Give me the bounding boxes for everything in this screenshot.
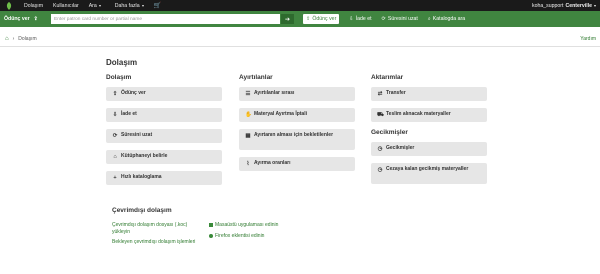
refresh-icon: ⟳ [381,16,386,22]
cancel-holds-button[interactable]: ✋ Materyal Ayırtma İptali [239,108,355,122]
offline-links-right: Masaüstü uygulaması edinin Firefox eklen… [209,222,319,244]
cart-icon[interactable]: 🛒 [154,2,161,9]
checkout-search-toggle[interactable]: Ödünç ver ⇪ [4,16,38,22]
offline-links-left: Çevrimdışı dolaşım dosyası (.koc) yükley… [112,222,202,248]
koha-logo-icon[interactable] [3,0,14,11]
page-title: Dolaşım [106,58,138,67]
checkout-button[interactable]: ⇪ Ödünç ver [106,87,222,101]
set-library-button[interactable]: ⌂ Kütüphaneyi belirle [106,150,222,164]
section-heading: Gecikmişler [371,129,408,136]
renew-button[interactable]: ⟳ Süresini uzat [106,129,222,143]
arrow-right-icon: ➔ [284,16,291,23]
clock-icon: ◷ [377,167,383,173]
holds-awaiting-pickup-button[interactable]: ▦ Ayırtanın alması için bekletilenler [239,129,355,150]
nav-more[interactable]: Daha fazla [115,3,144,9]
upload-icon: ⇪ [33,16,39,22]
transfers-column: Aktarımlar ⇄ Transfer ⛟ Teslim alınacak ma… [371,74,487,191]
patron-search-input[interactable]: Enter patron card number or partial name [51,14,280,24]
section-heading: Dolaşım [106,74,132,81]
download-icon: ⇩ [349,16,354,22]
list-icon: ☰ [245,90,251,97]
checkin-button[interactable]: ⇩ İade et [106,108,222,122]
tab-checkin[interactable]: ⇩ İade et [349,16,371,22]
upload-icon: ⇪ [306,16,311,22]
desktop-icon [209,223,213,228]
breadcrumb: ⌂ › Dolaşım [5,36,37,42]
tab-catalog-search[interactable]: ⌕ Katalogda ara [428,16,465,23]
search-submit-button[interactable]: ➔ [281,14,294,24]
upload-offline-file-link[interactable]: Çevrimdışı dolaşım dosyası (.koc) yükley… [112,222,202,236]
transfer-button[interactable]: ⇄ Transfer [371,87,487,101]
hand-icon: ✋ [245,111,252,118]
home-icon[interactable]: ⌂ [5,36,9,42]
firefox-icon [209,234,213,239]
truck-icon: ⛟ [377,111,384,118]
fast-cataloging-button[interactable]: + Hızlı kataloglama [106,171,222,185]
holds-queue-button[interactable]: ☰ Ayırtılanlar sırası [239,87,355,101]
refresh-icon: ⟳ [112,132,118,139]
exchange-icon: ⇄ [377,90,383,97]
caret-down-icon [98,4,101,7]
pending-offline-operations-link[interactable]: Bekleyen çevrimdışı dolaşım işlemleri [112,239,202,246]
caret-down-icon [141,4,144,7]
nav-circulation[interactable]: Dolaşım [24,3,43,9]
calendar-icon: ▦ [245,133,251,139]
search-icon: ⌕ [427,15,431,22]
search-bar: Ödünç ver ⇪ Enter patron card number or … [0,11,600,27]
nav-patrons[interactable]: Kullanıcılar [53,3,79,9]
home-icon: ⌂ [113,153,117,160]
top-navbar: Dolaşım Kullanıcılar Ara Daha fazla 🛒 ko… [0,0,600,11]
line-chart-icon: ⌇ [246,160,250,167]
transfers-to-receive-button[interactable]: ⛟ Teslim alınacak materyaller [371,108,487,122]
section-heading: Aktarımlar [371,74,404,81]
tab-checkout[interactable]: ⇪ Ödünç ver [303,14,340,24]
clock-icon: ◷ [377,145,383,152]
upload-icon: ⇪ [112,90,118,97]
username: koha_support [532,2,564,9]
overdues-with-fines-button[interactable]: ◷ Cezaya kalan gecikmiş materyaller [371,163,487,184]
tab-renew[interactable]: ⟳ Süresini uzat [382,16,418,22]
breadcrumb-current: Dolaşım [18,36,37,42]
help-link[interactable]: Yardım [580,36,596,42]
holds-column: Ayırtılanlar ☰ Ayırtılanlar sırası ✋ Mater… [239,74,355,178]
divider [0,46,600,47]
nav-search[interactable]: Ara [89,3,101,9]
download-icon: ⇩ [112,111,118,118]
hold-ratios-button[interactable]: ⌇ Ayırma oranları [239,157,355,171]
desktop-app-link[interactable]: Masaüstü uygulaması edinin [209,222,319,229]
caret-down-icon [594,4,596,7]
overdues-button[interactable]: ◷ Gecikmişler [371,142,487,156]
circulation-column: Dolaşım ⇪ Ödünç ver ⇩ İade et ⟳ Süresini uz… [106,74,222,192]
branch-name: Centerville [565,2,592,9]
firefox-addon-link[interactable]: Firefox eklentisi edinin [209,233,319,240]
chevron-right-icon: › [12,36,15,42]
offline-circulation-heading: Çevrimdışı dolaşım [112,207,172,214]
section-heading: Ayırtılanlar [239,74,273,81]
user-menu[interactable]: koha_support Centerville [532,0,596,11]
plus-icon: + [113,174,117,181]
